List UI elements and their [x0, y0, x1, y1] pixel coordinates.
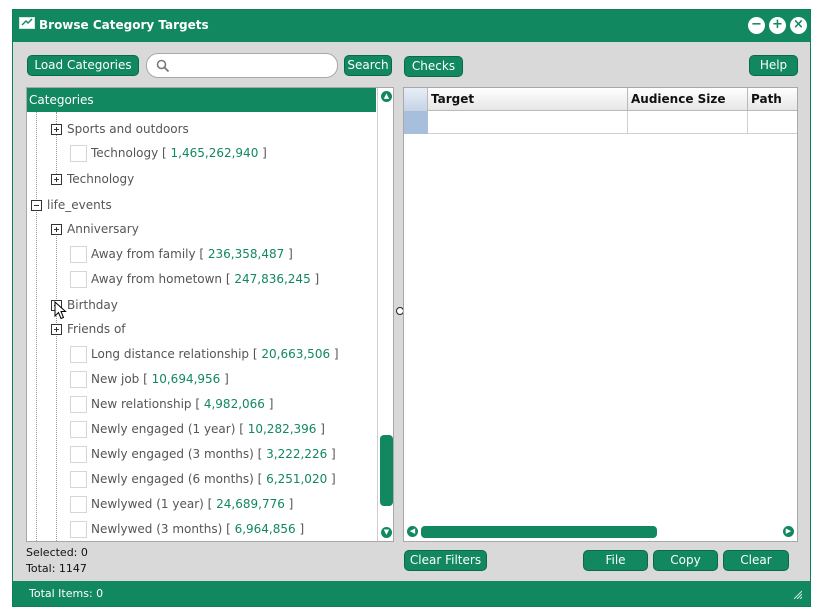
tree-node-leaf[interactable]: Away from family [ 236,358,487 ] [27, 245, 376, 265]
total-items: Total Items: 0 [29, 587, 104, 600]
node-label: Away from family [91, 247, 196, 261]
copy-button[interactable]: Copy [653, 550, 718, 571]
expand-icon[interactable] [51, 324, 62, 335]
total-count: Total: 1147 [26, 562, 87, 575]
audience-count: 20,663,506 [261, 347, 331, 361]
tree-node-group[interactable]: Friends of [27, 320, 376, 340]
column-header-target[interactable]: Target [428, 88, 628, 111]
tree-node-leaf[interactable]: Newly engaged (3 months) [ 3,222,226 ] [27, 445, 376, 465]
node-label: Newlywed (1 year) [91, 497, 204, 511]
checkbox[interactable] [70, 471, 87, 488]
checkbox[interactable] [70, 521, 87, 538]
row-selector[interactable] [404, 111, 428, 134]
audience-count: 24,689,776 [216, 497, 285, 511]
scroll-thumb[interactable] [380, 435, 393, 506]
grid-cell-target[interactable] [428, 111, 628, 134]
grid-horizontal-scrollbar[interactable]: ◀ ▶ [404, 522, 797, 541]
audience-count: 10,694,956 [151, 372, 221, 386]
load-categories-button[interactable]: Load Categories [27, 55, 139, 76]
audience-count: 10,282,396 [247, 422, 317, 436]
tree-node-group[interactable]: Technology [27, 170, 376, 190]
title-bar[interactable]: Browse Category Targets − + × [13, 10, 810, 42]
checkbox[interactable] [70, 346, 87, 363]
collapse-icon[interactable] [31, 200, 42, 211]
node-label: Newly engaged (6 months) [91, 472, 254, 486]
grid-cell-audience-size[interactable] [628, 111, 748, 134]
tree-vertical-scrollbar[interactable]: ▲ ▼ [377, 88, 393, 541]
audience-count: 236,358,487 [207, 247, 285, 261]
checkbox[interactable] [70, 271, 87, 288]
checkbox[interactable] [70, 145, 87, 162]
chevron-left-icon[interactable]: ◀ [407, 526, 418, 537]
node-label: Away from hometown [91, 272, 223, 286]
audience-count: 6,964,856 [234, 522, 296, 536]
checks-button[interactable]: Checks [404, 56, 463, 77]
scroll-thumb[interactable] [421, 526, 657, 538]
search-input[interactable] [177, 57, 327, 74]
tree-node-leaf[interactable]: Long distance relationship [ 20,663,506 … [27, 345, 376, 365]
resize-grip-icon[interactable] [792, 589, 802, 599]
node-label: Newly engaged (3 months) [91, 447, 254, 461]
search-button[interactable]: Search [344, 55, 392, 76]
tree-node-leaf[interactable]: Technology [ 1,465,262,940 ] [27, 144, 376, 164]
node-label: Technology [91, 146, 159, 160]
chevron-up-icon[interactable]: ▲ [381, 91, 392, 102]
search-icon [156, 59, 170, 73]
grid-header: Target Audience Size Path [404, 88, 797, 111]
window-title: Browse Category Targets [39, 18, 209, 32]
tree-node-group[interactable]: Birthday [27, 296, 376, 320]
column-header-path[interactable]: Path [748, 88, 797, 111]
node-label: Newlywed (3 months) [91, 522, 223, 536]
tree-node-leaf[interactable]: Newly engaged (6 months) [ 6,251,020 ] [27, 470, 376, 490]
tree-node-leaf[interactable]: New job [ 10,694,956 ] [27, 370, 376, 390]
file-button[interactable]: File [583, 550, 648, 571]
node-label: Long distance relationship [91, 347, 250, 361]
audience-count: 247,836,245 [234, 272, 311, 286]
tree-header: Categories [27, 88, 376, 112]
expand-icon[interactable] [51, 224, 62, 235]
selected-count: Selected: 0 [26, 546, 88, 559]
tree-node-leaf[interactable]: Newly engaged (1 year) [ 10,282,396 ] [27, 420, 376, 440]
checkbox[interactable] [70, 421, 87, 438]
checkbox[interactable] [70, 246, 87, 263]
maximize-button[interactable]: + [769, 17, 786, 34]
search-field[interactable] [146, 53, 338, 78]
select-all-cell[interactable] [404, 88, 428, 111]
tree-node-group[interactable]: Anniversary [27, 220, 376, 240]
mouse-cursor-icon [54, 301, 67, 320]
expand-icon[interactable] [51, 124, 62, 135]
node-label: New relationship [91, 397, 192, 411]
window-icon [19, 17, 35, 29]
checkbox[interactable] [70, 396, 87, 413]
checkbox[interactable] [70, 496, 87, 513]
tree-node-leaf[interactable]: New relationship [ 4,982,066 ] [27, 395, 376, 415]
clear-button[interactable]: Clear [723, 550, 789, 571]
tree-node-root[interactable]: life_events [27, 196, 376, 216]
checkbox[interactable] [70, 371, 87, 388]
browse-window: Browse Category Targets − + × Load Categ… [12, 9, 811, 607]
tree-node-leaf[interactable]: Newlywed (1 year) [ 24,689,776 ] [27, 495, 376, 515]
tree-node-leaf[interactable]: Newlywed (3 months) [ 6,964,856 ] [27, 520, 376, 540]
category-tree[interactable]: Categories Sports and outdoors Technolog… [26, 87, 394, 542]
chevron-right-icon[interactable]: ▶ [783, 526, 794, 537]
audience-count: 3,222,226 [266, 447, 328, 461]
tree-node-group[interactable]: Sports and outdoors [27, 120, 376, 140]
close-button[interactable]: × [790, 17, 807, 34]
grid-cell-path[interactable] [748, 111, 797, 134]
tree-node-leaf[interactable]: Away from hometown [ 247,836,245 ] [27, 270, 376, 290]
column-header-audience-size[interactable]: Audience Size [628, 88, 748, 111]
expand-icon[interactable] [51, 174, 62, 185]
chevron-down-icon[interactable]: ▼ [381, 527, 392, 538]
audience-count: 1,465,262,940 [170, 146, 259, 160]
checkbox[interactable] [70, 446, 87, 463]
clear-filters-button[interactable]: Clear Filters [404, 550, 487, 571]
audience-count: 6,251,020 [266, 472, 328, 486]
node-label: Newly engaged (1 year) [91, 422, 236, 436]
help-button[interactable]: Help [749, 55, 798, 76]
minimize-button[interactable]: − [748, 17, 765, 34]
node-label: New job [91, 372, 140, 386]
targets-grid[interactable]: Target Audience Size Path ◀ ▶ [403, 87, 798, 542]
status-bar: Total Items: 0 [13, 581, 810, 606]
audience-count: 4,982,066 [203, 397, 265, 411]
